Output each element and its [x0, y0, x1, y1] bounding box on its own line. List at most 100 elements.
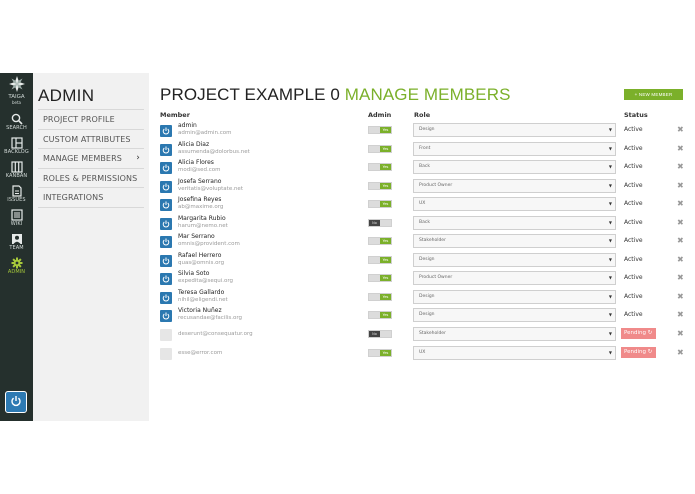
- nav-search[interactable]: SEARCH: [0, 111, 33, 135]
- role-select[interactable]: Design ▼: [413, 252, 616, 267]
- admin-toggle[interactable]: Yes: [368, 349, 392, 357]
- role-value: Stakeholder: [419, 331, 446, 336]
- caret-down-icon: ▼: [608, 256, 612, 262]
- user-menu-button[interactable]: [5, 391, 27, 413]
- admin-toggle[interactable]: Yes: [368, 181, 392, 190]
- sidebar-title: ADMIN: [38, 86, 95, 105]
- role-select[interactable]: Front ▼: [413, 141, 616, 156]
- role-select[interactable]: Design ▼: [413, 308, 616, 322]
- delete-member-button[interactable]: ✖: [677, 273, 684, 282]
- toggle-label: Yes: [380, 164, 391, 170]
- admin-toggle[interactable]: Yes: [368, 311, 392, 319]
- admin-toggle[interactable]: Yes: [368, 237, 392, 245]
- logo-text: TAIGA beta: [8, 94, 25, 105]
- role-select[interactable]: Product Owner ▼: [413, 178, 616, 193]
- member-email: recusandae@facilis.org: [178, 315, 243, 321]
- taiga-logo[interactable]: TAIGA beta: [0, 73, 33, 111]
- avatar: [160, 291, 172, 304]
- status-badge: Active: [624, 311, 643, 318]
- delete-member-button[interactable]: ✖: [677, 218, 684, 227]
- delete-member-button[interactable]: ✖: [677, 310, 684, 319]
- nav-backlog[interactable]: BACKLOG: [0, 135, 33, 159]
- toggle-label: Yes: [380, 127, 391, 133]
- role-value: Design: [419, 256, 435, 262]
- toggle-label: Yes: [380, 145, 391, 152]
- member-email: esse@error.com: [178, 350, 223, 356]
- role-select[interactable]: Stakeholder ▼: [413, 327, 616, 341]
- sidebar-item-roles-permissions[interactable]: ROLES & PERMISSIONS: [38, 169, 144, 188]
- default-avatar-icon: [162, 146, 170, 154]
- admin-toggle[interactable]: Yes: [368, 163, 392, 171]
- delete-member-button[interactable]: ✖: [677, 348, 684, 357]
- admin-toggle[interactable]: No: [368, 218, 392, 227]
- table-row: Josefina Reyes ab@maxime.org Yes UX ▼ Act…: [160, 196, 685, 215]
- delete-member-button[interactable]: ✖: [677, 144, 684, 153]
- role-value: Back: [419, 219, 430, 225]
- new-member-button[interactable]: + NEW MEMBER: [624, 89, 683, 100]
- nav-team-label: TEAM: [9, 245, 24, 251]
- sidebar-item-custom-attributes[interactable]: CUSTOM ATTRIBUTES: [38, 130, 144, 149]
- sidebar-item-project-profile[interactable]: PROJECT PROFILE: [38, 110, 144, 130]
- member-email: assumenda@dolorbus.net: [178, 148, 250, 155]
- role-value: Product Owner: [419, 182, 453, 188]
- delete-member-button[interactable]: ✖: [677, 162, 684, 171]
- column-header-status: Status: [624, 111, 648, 119]
- delete-member-button[interactable]: ✖: [677, 292, 684, 301]
- toggle-label: Yes: [380, 312, 391, 318]
- member-email: deserunt@consequatur.org: [178, 331, 253, 337]
- toggle-label: Yes: [380, 238, 391, 244]
- delete-member-button[interactable]: ✖: [677, 125, 684, 134]
- nav-wiki[interactable]: WIKI: [0, 207, 33, 231]
- delete-member-button[interactable]: ✖: [677, 181, 684, 190]
- caret-down-icon: ▼: [608, 331, 612, 336]
- role-select[interactable]: UX ▼: [413, 346, 616, 360]
- wiki-icon: [10, 209, 23, 221]
- avatar: [160, 273, 172, 285]
- role-value: UX: [419, 350, 426, 355]
- role-value: UX: [419, 201, 426, 206]
- role-select[interactable]: Design ▼: [413, 289, 616, 304]
- nav-kanban[interactable]: KANBAN: [0, 159, 33, 183]
- role-select[interactable]: Stakeholder ▼: [413, 234, 616, 248]
- role-select[interactable]: UX ▼: [413, 197, 616, 211]
- role-select[interactable]: Product Owner ▼: [413, 271, 616, 285]
- main-nav: TAIGA beta SEARCH BACKLOG KANBAN ISSUES W…: [0, 73, 33, 421]
- admin-toggle[interactable]: Yes: [368, 274, 392, 282]
- member-email: harum@nemo.net: [178, 222, 228, 229]
- pending-status-button[interactable]: Pending ↻: [621, 347, 656, 358]
- table-row: admin admin@admin.com Yes Design ▼ Active…: [160, 122, 685, 141]
- avatar: [160, 236, 172, 248]
- status-badge: Active: [624, 274, 643, 281]
- issues-icon: [11, 185, 22, 197]
- admin-toggle[interactable]: No: [368, 330, 392, 338]
- admin-toggle[interactable]: Yes: [368, 126, 392, 134]
- column-header-member: Member: [160, 111, 190, 119]
- table-row: Mar Serrano omnis@provident.com Yes Stak…: [160, 233, 685, 252]
- sidebar-item-manage-members[interactable]: MANAGE MEMBERS ›: [38, 149, 144, 169]
- nav-admin[interactable]: ADMIN: [0, 255, 33, 279]
- role-value: Back: [419, 164, 430, 169]
- delete-member-button[interactable]: ✖: [677, 329, 684, 338]
- pending-status-button[interactable]: Pending ↻: [621, 328, 656, 339]
- role-select[interactable]: Back ▼: [413, 160, 616, 174]
- avatar: [160, 162, 172, 174]
- admin-toggle[interactable]: Yes: [368, 255, 392, 264]
- nav-team[interactable]: TEAM: [0, 231, 33, 255]
- nav-issues-label: ISSUES: [7, 197, 26, 203]
- role-value: Design: [419, 312, 435, 317]
- admin-toggle[interactable]: Yes: [368, 292, 392, 301]
- backlog-icon: [10, 137, 23, 149]
- nav-issues[interactable]: ISSUES: [0, 183, 33, 207]
- role-select[interactable]: Back ▼: [413, 215, 616, 230]
- table-row: Teresa Gallardo nihil@eligendi.net Yes D…: [160, 289, 685, 308]
- caret-down-icon: ▼: [608, 275, 612, 280]
- admin-toggle[interactable]: Yes: [368, 200, 392, 208]
- delete-member-button[interactable]: ✖: [677, 255, 684, 264]
- role-select[interactable]: Design ▼: [413, 123, 616, 137]
- delete-member-button[interactable]: ✖: [677, 236, 684, 245]
- delete-member-button[interactable]: ✖: [677, 199, 684, 208]
- caret-down-icon: ▼: [608, 312, 612, 317]
- member-email: modi@sed.com: [178, 167, 221, 173]
- sidebar-item-integrations[interactable]: INTEGRATIONS: [38, 188, 144, 208]
- admin-toggle[interactable]: Yes: [368, 144, 392, 153]
